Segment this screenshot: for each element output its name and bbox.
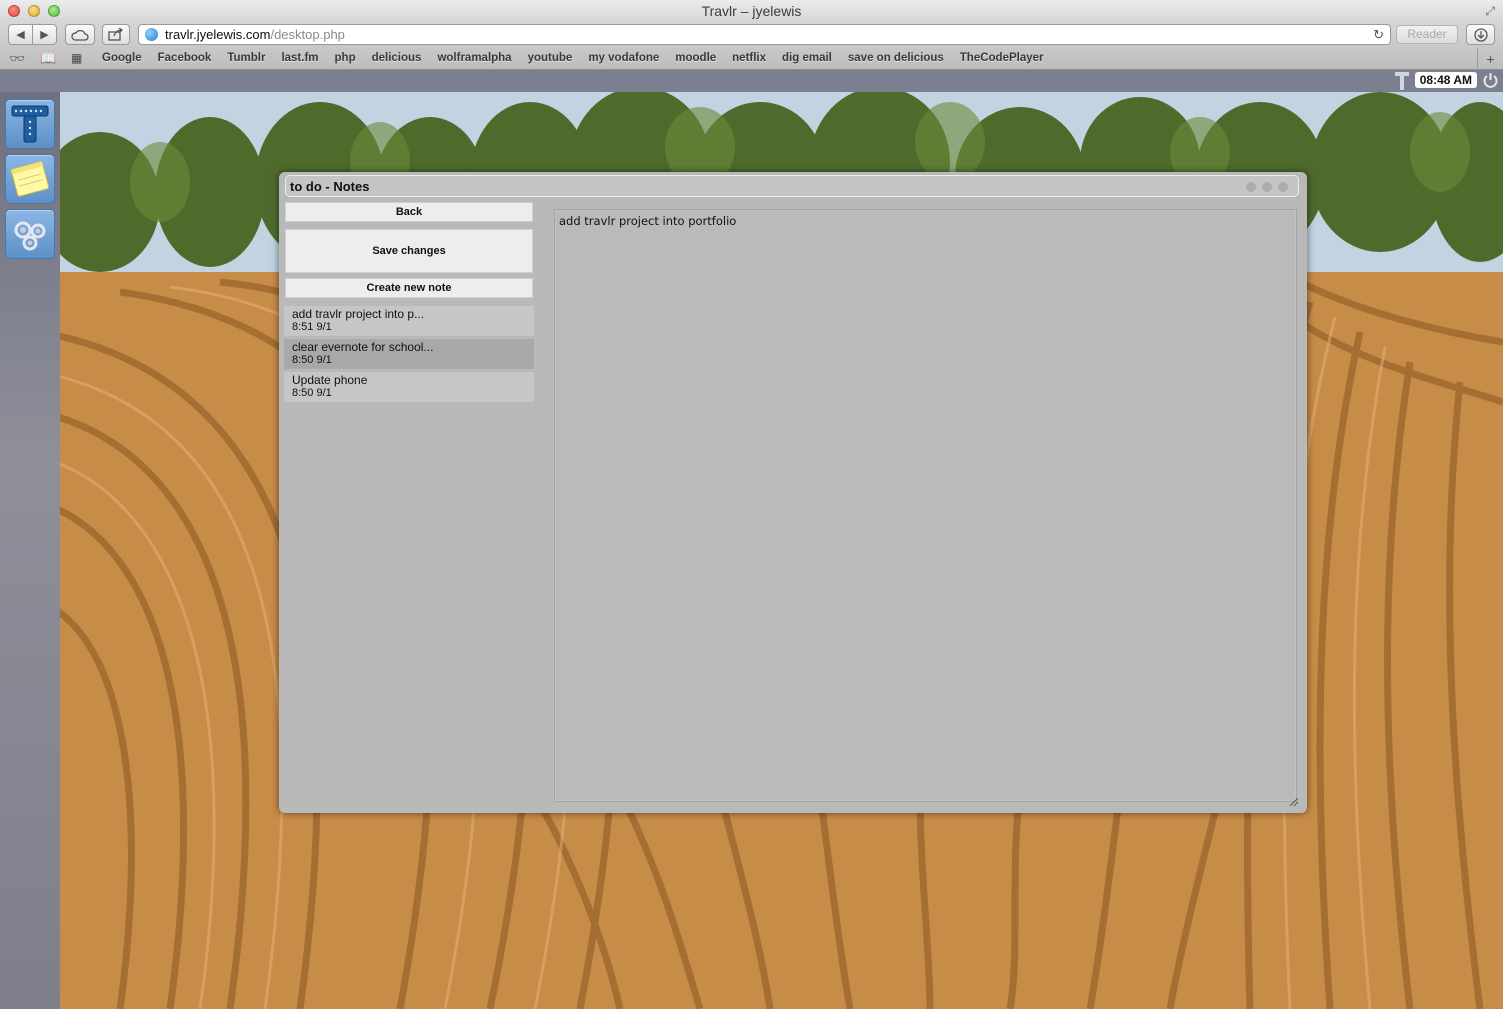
note-date: 8:51 9/1: [292, 321, 332, 333]
resize-grip-icon[interactable]: [1290, 798, 1298, 806]
url-host: travlr.jyelewis.com: [165, 27, 271, 42]
bookmark-save-on-delicious[interactable]: save on delicious: [848, 48, 944, 69]
settings-icon: [14, 221, 46, 251]
note-list-item[interactable]: clear evernote for school... 8:50 9/1: [284, 339, 534, 369]
reading-list-icon[interactable]: 👓: [9, 51, 25, 67]
cloud-icon: [71, 29, 89, 41]
close-window-button[interactable]: [8, 5, 20, 17]
travlr-topbar: 08:48 AM: [0, 70, 1503, 92]
travlr-icon: [11, 105, 49, 143]
zoom-window-button[interactable]: [48, 5, 60, 17]
bookmark-php[interactable]: php: [335, 48, 356, 69]
window-maximize-icon[interactable]: [1262, 182, 1272, 192]
reload-icon[interactable]: ↻: [1373, 25, 1384, 44]
bookmark-tumblr[interactable]: Tumblr: [227, 48, 265, 69]
browser-window-title: Travlr – jyelewis: [701, 3, 802, 19]
notes-window-titlebar[interactable]: to do - Notes: [285, 175, 1299, 197]
browser-toolbar: ◀ ▶ travlr.jyelewis.com/desktop.php ↻ Re…: [0, 22, 1503, 48]
share-button[interactable]: [102, 24, 130, 45]
bookmarks-book-icon[interactable]: 📖: [40, 51, 56, 67]
back-nav-button[interactable]: ◀: [8, 24, 33, 45]
window-close-icon[interactable]: [1278, 182, 1288, 192]
bookmark-dig-email[interactable]: dig email: [782, 48, 832, 69]
bookmark-youtube[interactable]: youtube: [528, 48, 573, 69]
dock-travlr-app[interactable]: [5, 99, 55, 149]
dock-notes-app[interactable]: [5, 154, 55, 204]
bookmark-my-vodafone[interactable]: my vodafone: [588, 48, 659, 69]
browser-titlebar: Travlr – jyelewis ⤢: [0, 0, 1503, 22]
notes-icon: [10, 161, 50, 197]
address-bar[interactable]: travlr.jyelewis.com/desktop.php ↻: [138, 24, 1391, 45]
arrow-right-icon: ▶: [40, 29, 49, 41]
bookmark-delicious[interactable]: delicious: [372, 48, 422, 69]
note-date: 8:50 9/1: [292, 387, 332, 399]
create-new-note-button[interactable]: Create new note: [285, 278, 533, 298]
note-title: clear evernote for school...: [292, 340, 434, 354]
icloud-tabs-button[interactable]: [65, 24, 95, 45]
reader-button[interactable]: Reader: [1396, 25, 1458, 44]
notes-window-title: to do - Notes: [290, 179, 370, 194]
url-path: /desktop.php: [270, 27, 345, 42]
bookmark-moodle[interactable]: moodle: [675, 48, 716, 69]
bookmark-google[interactable]: Google: [102, 48, 142, 69]
bookmark-wolframalpha[interactable]: wolframalpha: [437, 48, 511, 69]
window-controls: [1246, 182, 1288, 192]
back-button[interactable]: Back: [285, 202, 533, 222]
bookmark-lastfm[interactable]: last.fm: [281, 48, 318, 69]
note-date: 8:50 9/1: [292, 354, 332, 366]
fullscreen-icon[interactable]: ⤢: [1485, 4, 1495, 19]
window-minimize-icon[interactable]: [1246, 182, 1256, 192]
new-tab-plus-icon[interactable]: +: [1477, 48, 1503, 70]
bookmark-thecodeplayer[interactable]: TheCodePlayer: [960, 48, 1044, 69]
clock: 08:48 AM: [1414, 72, 1477, 88]
power-icon[interactable]: [1482, 72, 1499, 89]
downloads-button[interactable]: [1466, 24, 1495, 45]
note-list-item[interactable]: add travlr project into p... 8:51 9/1: [284, 306, 534, 336]
share-icon: [108, 28, 124, 41]
forward-nav-button[interactable]: ▶: [32, 24, 57, 45]
bookmarks-bar: 👓 📖 ▦ Google Facebook Tumblr last.fm php…: [0, 48, 1503, 70]
arrow-left-icon: ◀: [16, 29, 25, 41]
note-title: add travlr project into p...: [292, 307, 425, 321]
travlr-logo-icon: [1395, 72, 1409, 90]
globe-icon: [145, 28, 158, 41]
top-sites-grid-icon[interactable]: ▦: [71, 51, 82, 65]
note-list-item[interactable]: Update phone 8:50 9/1: [284, 372, 534, 402]
note-list: add travlr project into p... 8:51 9/1 cl…: [284, 306, 534, 405]
app-dock: [0, 92, 60, 1009]
dock-settings-app[interactable]: [5, 209, 55, 259]
notes-window: to do - Notes Back Save changes Create n…: [279, 172, 1307, 813]
note-editor-textarea[interactable]: add travlr project into portfolio: [554, 209, 1297, 802]
save-changes-button[interactable]: Save changes: [285, 229, 533, 273]
note-title: Update phone: [292, 373, 368, 387]
bookmark-list: Google Facebook Tumblr last.fm php delic…: [102, 48, 1060, 69]
bookmark-facebook[interactable]: Facebook: [158, 48, 212, 69]
minimize-window-button[interactable]: [28, 5, 40, 17]
bookmark-netflix[interactable]: netflix: [732, 48, 766, 69]
download-icon: [1473, 27, 1488, 42]
